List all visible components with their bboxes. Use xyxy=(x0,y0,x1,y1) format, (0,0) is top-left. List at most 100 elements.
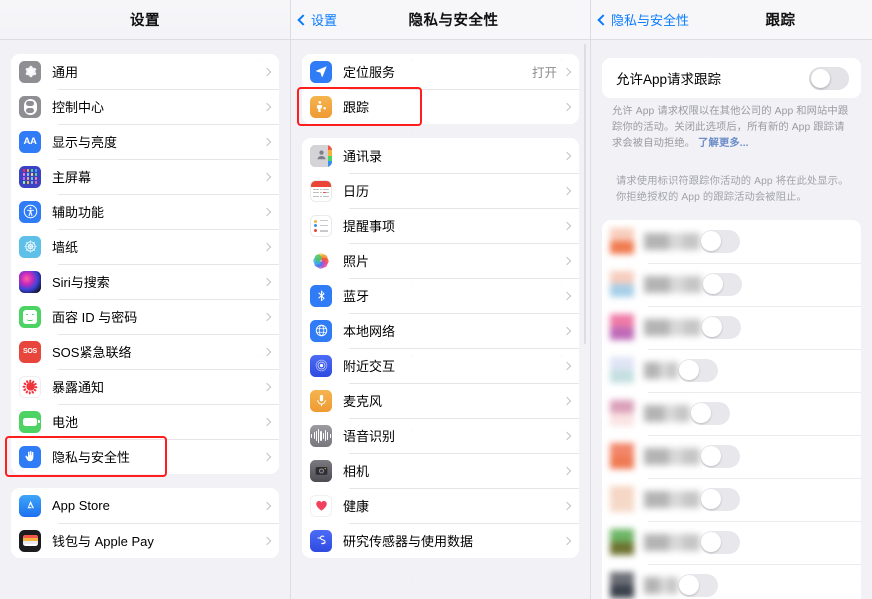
panel-settings: 设置 通用控制中心AA显示与亮度主屏幕辅助功能墙纸 Siri与搜索面容 ID 与密… xyxy=(0,0,290,599)
learn-more-link[interactable]: 了解更多... xyxy=(698,138,748,149)
three-panel-screenshot: 设置 通用控制中心AA显示与亮度主屏幕辅助功能墙纸 Siri与搜索面容 ID 与密… xyxy=(0,0,872,599)
settings-row[interactable]: App Store xyxy=(11,488,279,523)
location-arrow-icon xyxy=(310,61,332,83)
research-sensor-icon xyxy=(310,530,332,552)
settings-group: 定位服务打开跟踪 xyxy=(302,54,579,124)
privacy-scroll-body[interactable]: 定位服务打开跟踪通讯录日历提醒事项照片蓝牙本地网络附近交互麦克风语音识别相机健康… xyxy=(291,54,590,599)
settings-row[interactable]: AA显示与亮度 xyxy=(11,124,279,159)
toggle-knob xyxy=(701,446,721,466)
settings-row[interactable]: 面容 ID 与密码 xyxy=(11,299,279,334)
tracking-app-row[interactable] xyxy=(602,521,861,564)
settings-row[interactable]: 通讯录 xyxy=(302,138,579,173)
chevron-right-icon xyxy=(263,536,271,544)
settings-row[interactable]: 麦克风 xyxy=(302,383,579,418)
settings-row-detail: 打开 xyxy=(532,62,557,81)
exposure-notification-icon xyxy=(19,376,41,398)
tracking-app-row[interactable] xyxy=(602,392,861,435)
settings-row[interactable]: 照片 xyxy=(302,243,579,278)
settings-row[interactable]: 语音识别 xyxy=(302,418,579,453)
settings-row[interactable]: 辅助功能 xyxy=(11,194,279,229)
navbar-tracking: 隐私与安全性 跟踪 xyxy=(591,0,872,40)
settings-row[interactable]: 暴露通知 xyxy=(11,369,279,404)
settings-row[interactable]: SOS SOS紧急联络 xyxy=(11,334,279,369)
battery-icon xyxy=(19,411,41,433)
app-tracking-toggle[interactable] xyxy=(701,316,741,339)
app-tracking-toggle[interactable] xyxy=(700,488,740,511)
settings-row-label: 本地网络 xyxy=(343,321,395,340)
settings-row[interactable]: 控制中心 xyxy=(11,89,279,124)
settings-row[interactable]: 跟踪 xyxy=(302,89,579,124)
page-title: 设置 xyxy=(0,9,290,30)
settings-row[interactable]: 电池 xyxy=(11,404,279,439)
settings-row[interactable]: 蓝牙 xyxy=(302,278,579,313)
settings-row-label: 电池 xyxy=(52,412,78,431)
toggle-knob xyxy=(679,360,699,380)
settings-row[interactable]: 定位服务打开 xyxy=(302,54,579,89)
settings-row[interactable]: 附近交互 xyxy=(302,348,579,383)
app-name-redacted xyxy=(644,319,701,336)
wallet-icon xyxy=(19,530,41,552)
accessibility-icon xyxy=(19,201,41,223)
allow-tracking-toggle[interactable] xyxy=(809,67,849,90)
chevron-right-icon xyxy=(263,501,271,509)
back-button-settings[interactable]: 设置 xyxy=(299,10,337,29)
app-icon xyxy=(610,529,634,555)
tracking-app-row[interactable] xyxy=(602,435,861,478)
tracking-footnote-1: 允许 App 请求权限以在其他公司的 App 和网站中跟踪你的活动。关闭此选项后… xyxy=(602,98,861,152)
tracking-app-row[interactable] xyxy=(602,564,861,599)
tracking-app-row[interactable] xyxy=(602,349,861,392)
settings-row[interactable]: 主屏幕 xyxy=(11,159,279,194)
privacy-hand-icon xyxy=(19,446,41,468)
settings-row[interactable]: Siri与搜索 xyxy=(11,264,279,299)
chevron-right-icon xyxy=(563,361,571,369)
app-tracking-toggle[interactable] xyxy=(700,230,740,253)
settings-row[interactable]: 健康 xyxy=(302,488,579,523)
settings-row-label: 提醒事项 xyxy=(343,216,395,235)
chevron-right-icon xyxy=(263,137,271,145)
app-icon xyxy=(610,572,634,598)
app-tracking-toggle[interactable] xyxy=(700,445,740,468)
speech-recognition-icon xyxy=(310,425,332,447)
tracking-app-list xyxy=(602,220,861,599)
settings-group: 通用控制中心AA显示与亮度主屏幕辅助功能墙纸Siri与搜索面容 ID 与密码SO… xyxy=(11,54,279,474)
settings-row-label: 通讯录 xyxy=(343,146,382,165)
app-tracking-toggle[interactable] xyxy=(690,402,730,425)
chevron-right-icon xyxy=(563,221,571,229)
settings-row-label: SOS紧急联络 xyxy=(52,342,131,361)
app-tracking-toggle[interactable] xyxy=(678,359,718,382)
settings-scroll-body[interactable]: 通用控制中心AA显示与亮度主屏幕辅助功能墙纸Siri与搜索面容 ID 与密码SO… xyxy=(0,54,290,599)
settings-row[interactable]: 提醒事项 xyxy=(302,208,579,243)
app-tracking-toggle[interactable] xyxy=(678,574,718,597)
reminders-icon xyxy=(310,215,332,237)
siri-icon xyxy=(19,271,41,293)
settings-row[interactable]: 通用 xyxy=(11,54,279,89)
app-tracking-toggle[interactable] xyxy=(700,531,740,554)
settings-row[interactable]: 相机 xyxy=(302,453,579,488)
settings-row[interactable]: 隐私与安全性 xyxy=(11,439,279,474)
tracking-app-row[interactable] xyxy=(602,220,861,263)
settings-row[interactable]: 本地网络 xyxy=(302,313,579,348)
settings-row-label: 跟踪 xyxy=(343,97,369,116)
back-button-privacy[interactable]: 隐私与安全性 xyxy=(599,10,689,29)
sliders-icon xyxy=(19,96,41,118)
settings-row[interactable]: 墙纸 xyxy=(11,229,279,264)
settings-row-label: Siri与搜索 xyxy=(52,272,110,291)
settings-row[interactable]: 日历 xyxy=(302,173,579,208)
tracking-app-row[interactable] xyxy=(602,478,861,521)
tracking-app-row[interactable] xyxy=(602,306,861,349)
toggle-knob xyxy=(701,231,721,251)
sos-icon: SOS xyxy=(19,341,41,363)
chevron-right-icon xyxy=(563,396,571,404)
health-icon xyxy=(310,495,332,517)
scrollbar-privacy[interactable] xyxy=(584,44,587,344)
footnote-2-text: 请求使用标识符跟踪你活动的 App 将在此处显示。你拒绝授权的 App 的跟踪活… xyxy=(616,176,848,203)
settings-row[interactable]: 研究传感器与使用数据 xyxy=(302,523,579,558)
settings-row[interactable]: 钱包与 Apple Pay xyxy=(11,523,279,558)
app-name-redacted xyxy=(644,233,700,250)
chevron-right-icon xyxy=(263,172,271,180)
app-tracking-toggle[interactable] xyxy=(702,273,742,296)
tracking-app-row[interactable] xyxy=(602,263,861,306)
tracking-scroll-body[interactable]: 允许App请求跟踪 允许 App 请求权限以在其他公司的 App 和网站中跟踪你… xyxy=(591,58,872,599)
calendar-icon xyxy=(310,180,332,202)
allow-app-request-tracking-row[interactable]: 允许App请求跟踪 xyxy=(602,58,861,98)
